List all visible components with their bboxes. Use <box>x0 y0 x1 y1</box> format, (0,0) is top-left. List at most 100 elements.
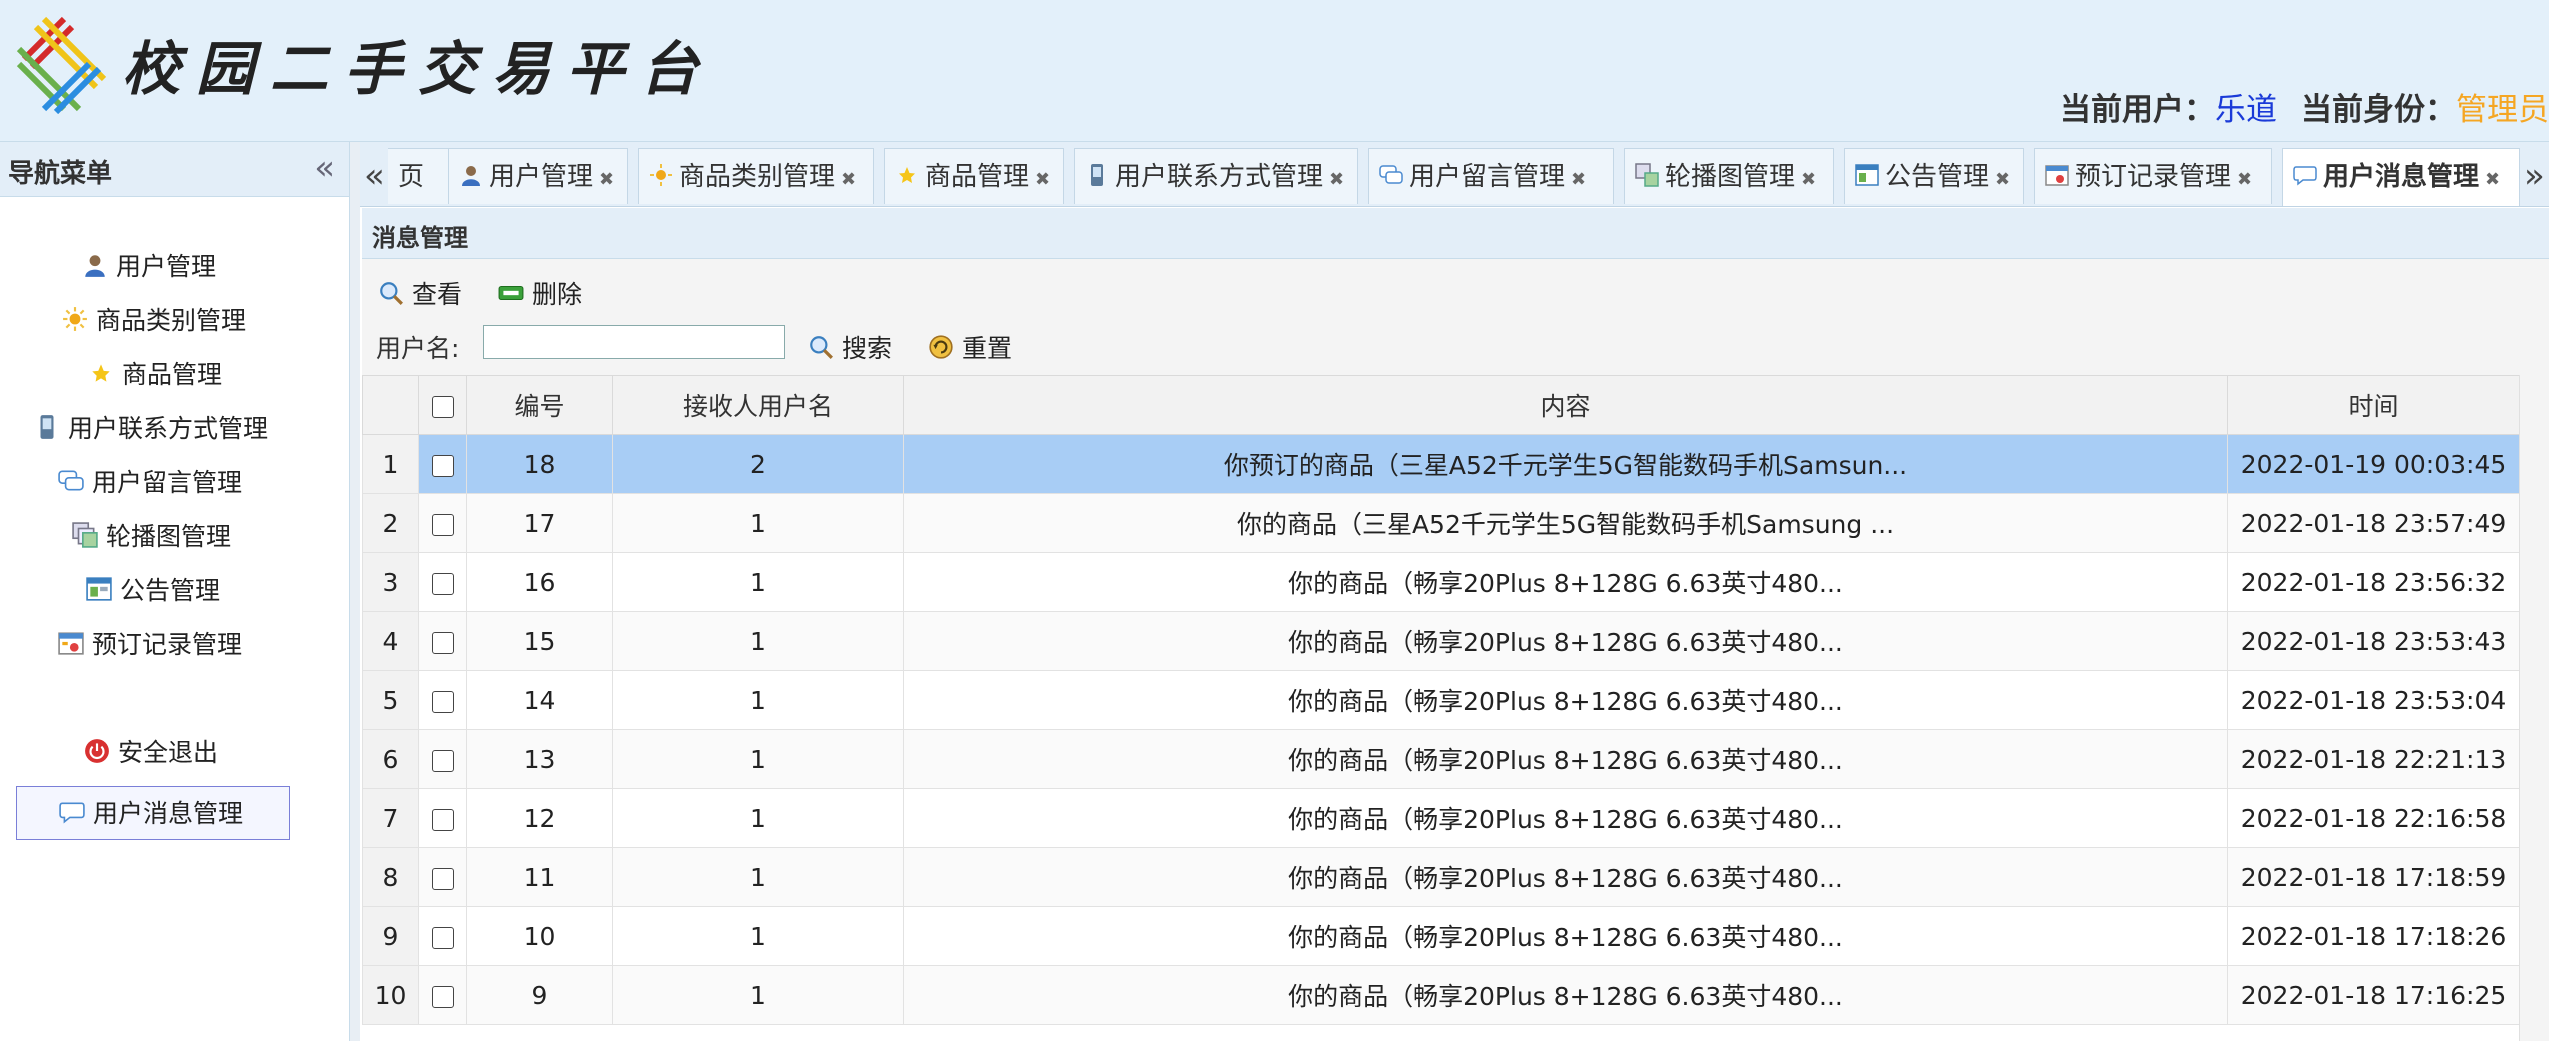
sidebar-item-category[interactable]: 商品类别管理 <box>62 296 246 346</box>
table-row[interactable]: 2 17 1 你的商品（三星A52千元学生5G智能数码手机Samsung ... 202… <box>362 493 2520 553</box>
tab-comment[interactable]: 用户留言管理 ✖ <box>1368 148 1614 204</box>
close-icon[interactable]: ✖ <box>2237 169 2252 190</box>
column-header-time[interactable]: 时间 <box>2227 375 2520 435</box>
tab-carousel[interactable]: 轮播图管理 ✖ <box>1624 148 1834 204</box>
cell-content: 你的商品（畅享20Plus 8+128G 6.63英寸480... <box>903 847 2228 907</box>
cell-time: 2022-01-18 23:53:04 <box>2227 670 2520 730</box>
search-button[interactable]: 搜索 <box>808 329 892 365</box>
tab-user[interactable]: 用户管理 ✖ <box>448 148 628 204</box>
tab-label: 公告管理 <box>1885 162 1990 192</box>
select-all-checkbox[interactable] <box>418 375 467 435</box>
table-row[interactable]: 10 9 1 你的商品（畅享20Plus 8+128G 6.63英寸480... 202… <box>362 965 2520 1025</box>
cell-content: 你的商品（畅享20Plus 8+128G 6.63英寸480... <box>903 906 2228 966</box>
table-row[interactable]: 7 12 1 你的商品（畅享20Plus 8+128G 6.63英寸480... 202… <box>362 788 2520 848</box>
user-icon <box>85 255 105 277</box>
message-icon <box>2293 165 2317 186</box>
column-header-receiver[interactable]: 接收人用户名 <box>612 375 904 435</box>
current-role-label: 当前身份： <box>2301 92 2456 128</box>
table-row[interactable]: 6 13 1 你的商品（畅享20Plus 8+128G 6.63英寸480... 202… <box>362 729 2520 789</box>
table-row[interactable]: 3 16 1 你的商品（畅享20Plus 8+128G 6.63英寸480... 202… <box>362 552 2520 612</box>
sidebar-item-label: 安全退出 <box>118 738 219 767</box>
phone-icon <box>40 415 54 439</box>
column-header-content[interactable]: 内容 <box>903 375 2228 435</box>
splitter[interactable] <box>350 142 360 1041</box>
close-icon[interactable]: ✖ <box>1329 169 1344 190</box>
sidebar-item-goods[interactable]: 商品管理 <box>88 350 222 400</box>
tab-message[interactable]: 用户消息管理 ✖ <box>2282 148 2520 206</box>
row-checkbox[interactable] <box>418 434 467 494</box>
sidebar-item-carousel[interactable]: 轮播图管理 <box>72 512 231 562</box>
table-row[interactable]: 9 10 1 你的商品（畅享20Plus 8+128G 6.63英寸480... 202… <box>362 906 2520 966</box>
close-icon[interactable]: ✖ <box>1801 169 1816 190</box>
row-checkbox[interactable] <box>418 729 467 789</box>
tab-label: 用户留言管理 <box>1409 162 1566 192</box>
cell-content: 你的商品（畅享20Plus 8+128G 6.63英寸480... <box>903 552 2228 612</box>
row-checkbox[interactable] <box>418 670 467 730</box>
close-icon[interactable]: ✖ <box>2485 169 2500 190</box>
tab-booking[interactable]: 预订记录管理 ✖ <box>2034 148 2272 204</box>
sidebar-item-user[interactable]: 用户管理 <box>82 242 216 292</box>
row-checkbox[interactable] <box>418 965 467 1025</box>
close-icon[interactable]: ✖ <box>1571 169 1586 190</box>
sidebar-item-booking[interactable]: 预订记录管理 <box>58 620 242 670</box>
row-checkbox[interactable] <box>418 493 467 553</box>
sidebar-item-message[interactable]: 用户消息管理 <box>16 786 290 840</box>
sidebar-item-contact[interactable]: 用户联系方式管理 <box>34 404 268 454</box>
close-icon[interactable]: ✖ <box>599 169 614 190</box>
sidebar-item-label: 商品管理 <box>122 360 223 389</box>
checkbox-icon <box>431 454 454 477</box>
tab-goods[interactable]: 商品管理 ✖ <box>884 148 1064 204</box>
sidebar-item-label: 预订记录管理 <box>92 630 243 659</box>
view-button[interactable]: 查看 <box>378 275 462 311</box>
table-row[interactable]: 1 18 2 你预订的商品（三星A52千元学生5G智能数码手机Samsun... 202… <box>362 434 2520 494</box>
tab-contact[interactable]: 用户联系方式管理 ✖ <box>1074 148 1358 204</box>
tab-scroll-right-icon[interactable]: » <box>2524 148 2545 204</box>
board-icon <box>1855 163 1879 186</box>
close-icon[interactable]: ✖ <box>1035 169 1050 190</box>
table-row[interactable]: 4 15 1 你的商品（畅享20Plus 8+128G 6.63英寸480... 202… <box>362 611 2520 671</box>
row-checkbox[interactable] <box>418 788 467 848</box>
cell-receiver: 1 <box>612 552 904 612</box>
row-checkbox[interactable] <box>418 906 467 966</box>
column-header-id[interactable]: 编号 <box>466 375 613 435</box>
reset-button[interactable]: 重置 <box>928 329 1012 365</box>
sidebar-item-notice[interactable]: 公告管理 <box>86 566 220 616</box>
board-icon <box>86 577 112 601</box>
cell-content: 你的商品（三星A52千元学生5G智能数码手机Samsung ... <box>903 493 2228 553</box>
tab-category[interactable]: 商品类别管理 ✖ <box>638 148 874 204</box>
sun-icon <box>63 307 87 331</box>
cell-time: 2022-01-18 22:21:13 <box>2227 729 2520 789</box>
checkbox-icon <box>431 395 454 418</box>
cell-time: 2022-01-18 23:56:32 <box>2227 552 2520 612</box>
sidebar-item-logout[interactable]: 安全退出 <box>84 728 218 778</box>
cell-id: 15 <box>466 611 613 671</box>
row-checkbox[interactable] <box>418 552 467 612</box>
sidebar-item-label: 轮播图管理 <box>106 522 232 551</box>
sidebar-header: 导航菜单 « <box>0 142 349 197</box>
delete-button[interactable]: 删除 <box>498 275 582 311</box>
table-row[interactable]: 8 11 1 你的商品（畅享20Plus 8+128G 6.63英寸480... 202… <box>362 847 2520 907</box>
table-row[interactable]: 5 14 1 你的商品（畅享20Plus 8+128G 6.63英寸480... 202… <box>362 670 2520 730</box>
collapse-icon[interactable]: « <box>314 148 335 188</box>
row-number: 9 <box>362 906 419 966</box>
tab-notice[interactable]: 公告管理 ✖ <box>1844 148 2024 204</box>
reset-icon <box>929 335 953 359</box>
username-label: 用户名: <box>376 334 460 363</box>
row-checkbox[interactable] <box>418 611 467 671</box>
username-input[interactable] <box>483 325 785 359</box>
close-icon[interactable]: ✖ <box>841 169 856 190</box>
cell-receiver: 2 <box>612 434 904 494</box>
row-number: 8 <box>362 847 419 907</box>
sidebar-item-comment[interactable]: 用户留言管理 <box>58 458 242 508</box>
tab-scroll-left-icon[interactable]: « <box>364 148 385 204</box>
tab-home[interactable]: 页 <box>388 148 450 204</box>
delete-label: 删除 <box>532 280 583 309</box>
cell-id: 13 <box>466 729 613 789</box>
vertical-scrollbar[interactable] <box>2519 375 2549 1041</box>
tab-label: 用户管理 <box>489 162 594 192</box>
star-icon <box>899 166 915 183</box>
tab-label: 轮播图管理 <box>1665 162 1796 192</box>
close-icon[interactable]: ✖ <box>1995 169 2010 190</box>
cell-time: 2022-01-18 17:18:26 <box>2227 906 2520 966</box>
row-checkbox[interactable] <box>418 847 467 907</box>
